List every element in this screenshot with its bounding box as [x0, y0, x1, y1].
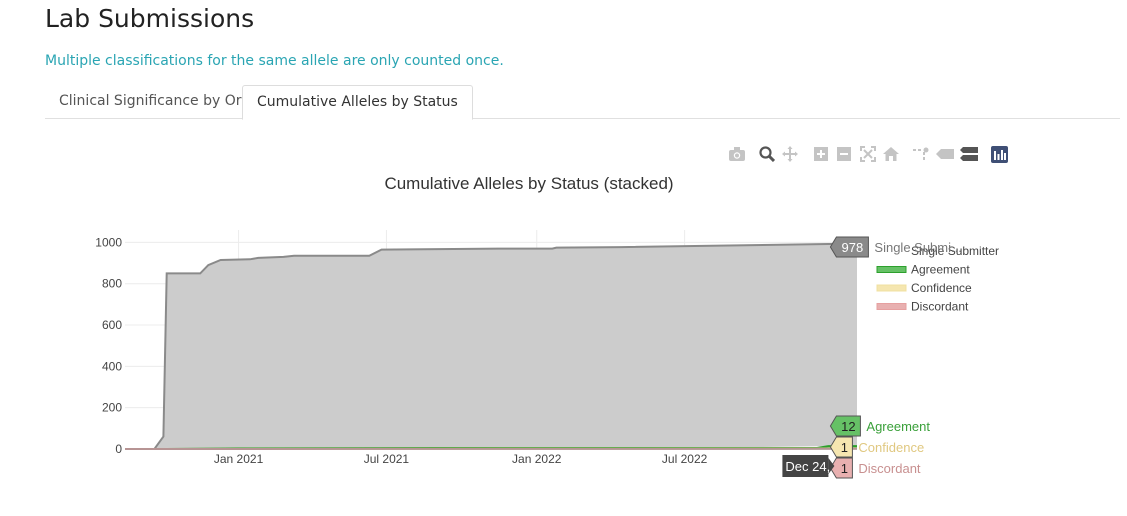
- hover-label-single-submitter: 978 Single Submi...: [829, 236, 962, 258]
- hover-value: 978: [842, 240, 864, 255]
- hover-x-label: Dec 24,: [782, 455, 835, 477]
- hover-series-name: Agreement: [866, 419, 930, 434]
- legend-label: Discordant: [911, 300, 969, 314]
- legend-label: Confidence: [911, 281, 972, 295]
- hover-x-text: Dec 24,: [785, 459, 830, 474]
- series-areas: [124, 243, 857, 450]
- x-tick-label: Jan 2022: [512, 452, 562, 466]
- x-tick-label: Jul 2021: [364, 452, 410, 466]
- hover-value: 12: [841, 419, 855, 434]
- y-tick-label: 1000: [95, 235, 122, 249]
- hover-label-agreement: 12 Agreement: [829, 415, 930, 437]
- x-tick-label: Jul 2022: [662, 452, 708, 466]
- chart-title: Cumulative Alleles by Status (stacked): [384, 174, 673, 193]
- y-tick-label: 800: [102, 277, 122, 291]
- x-tick-label: Jan 2021: [214, 452, 264, 466]
- hover-value: 1: [841, 440, 848, 455]
- y-tick-label: 200: [102, 401, 122, 415]
- legend-item-agreement[interactable]: Agreement: [876, 263, 970, 277]
- y-tick-label: 600: [102, 318, 122, 332]
- legend-swatch: [876, 266, 907, 273]
- legend-label: Agreement: [911, 263, 970, 277]
- hover-value: 1: [841, 461, 848, 476]
- hover-series-name: Confidence: [858, 440, 924, 455]
- legend-item-discordant[interactable]: Discordant: [876, 300, 969, 314]
- y-tick-label: 400: [102, 359, 122, 373]
- legend-item-confidence[interactable]: Confidence: [876, 281, 972, 295]
- y-tick-label: 0: [115, 442, 122, 456]
- hover-label-confidence: 1 Confidence: [829, 436, 924, 458]
- legend-swatch: [876, 284, 907, 292]
- legend-swatch: [876, 303, 907, 310]
- series-area-single-submitter: [125, 244, 857, 449]
- x-axis: Jan 2021 Jul 2021 Jan 2022 Jul 2022: [214, 452, 708, 466]
- hover-series-name: Discordant: [858, 461, 921, 476]
- hover-label-discordant: 1 Discordant: [829, 457, 921, 479]
- chart: 02004006008001000 Jan 2021 Jul 2021 Jan 20…: [95, 174, 999, 479]
- hover-series-name: Single Submi...: [874, 240, 961, 255]
